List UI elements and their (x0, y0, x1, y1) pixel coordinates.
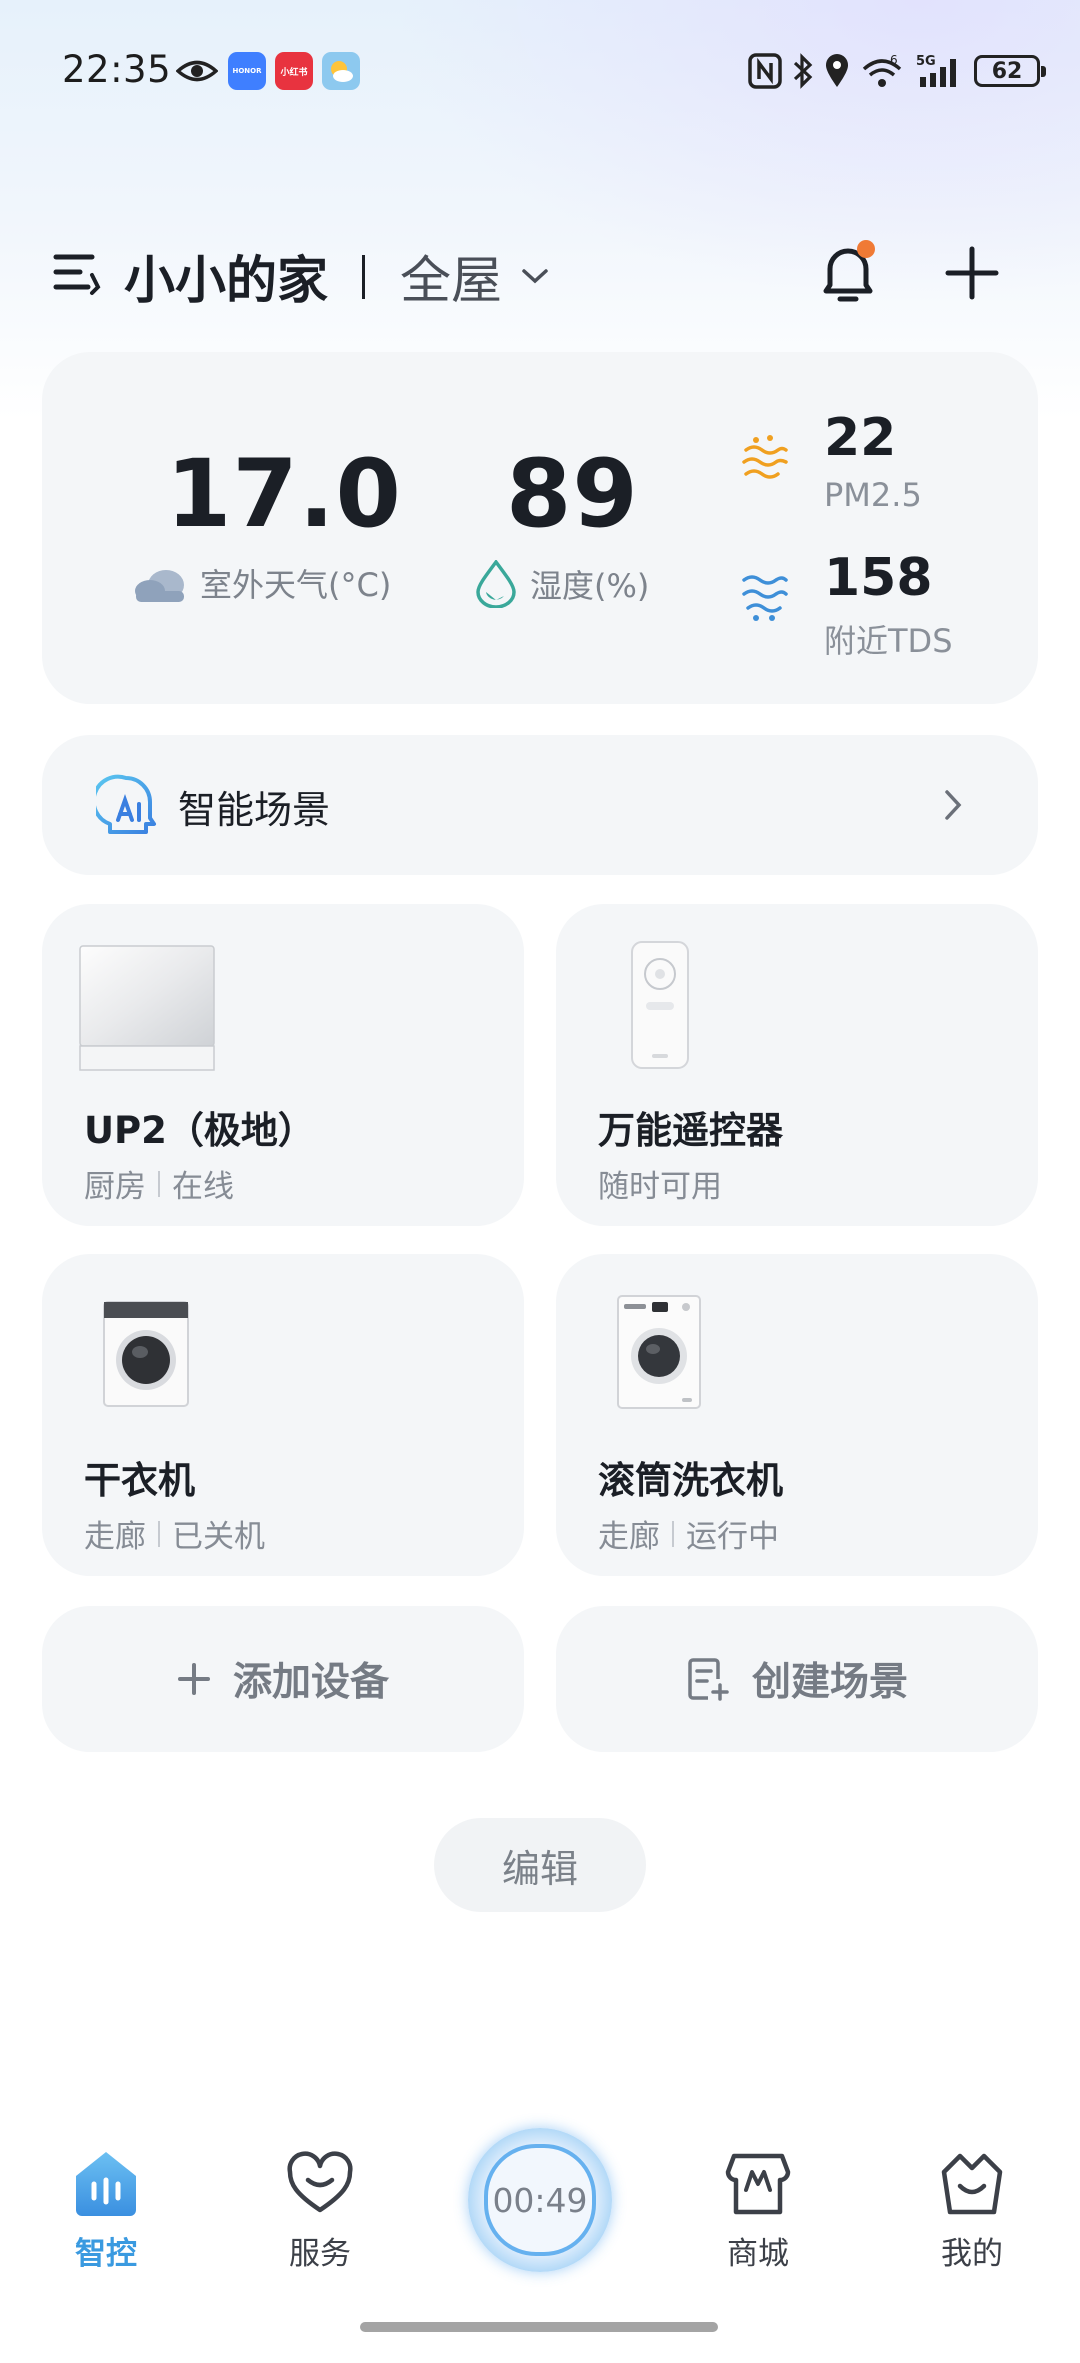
status-right-group: 6 5G 62 (748, 50, 1046, 92)
cloud-icon (135, 570, 184, 602)
tds-label: 附近TDS (824, 622, 953, 660)
nav-label: 商城 (727, 2236, 789, 2272)
smart-control-icon (76, 2152, 136, 2216)
ai-scene-icon (96, 774, 156, 834)
status-bar: 22:35 HONOR 小红书 6 5G 62 (0, 0, 1080, 140)
xiaohongshu-app-icon: 小红书 (275, 52, 313, 90)
temperature-label: 室外天气(°C) (200, 566, 392, 604)
water-purifier-image (79, 945, 215, 1071)
status-separator (158, 1520, 160, 1547)
create-scene-icon (688, 1658, 729, 1701)
washing-machine-image (617, 1295, 701, 1409)
center-timer: 00:49 (484, 2144, 596, 2256)
room-scope-label: 全屋 (400, 252, 503, 311)
network-type: 5G (916, 54, 936, 69)
humidity-value: 89 (506, 440, 639, 549)
home-header: 小小的家 全屋 (0, 225, 1080, 325)
wifi-icon: 6 (862, 53, 902, 87)
device-location: 走廊 (598, 1519, 660, 1555)
device-name: 万能遥控器 (598, 1109, 783, 1152)
device-status: 随时可用 (598, 1169, 722, 1205)
device-status-row: 厨房 在线 (84, 1161, 234, 1206)
device-status-row: 走廊 已关机 (84, 1511, 265, 1556)
device-status: 已关机 (172, 1519, 265, 1555)
device-location: 走廊 (84, 1519, 146, 1555)
dryer-image (103, 1301, 189, 1407)
chevron-right-icon (945, 790, 962, 820)
profile-basket-icon (941, 2153, 1003, 2215)
nav-item-mine[interactable]: 我的 (902, 2120, 1042, 2280)
status-time: 22:35 (62, 48, 172, 91)
notification-dot (857, 240, 875, 258)
add-icon[interactable] (944, 245, 1000, 301)
chevron-down-icon (522, 269, 548, 284)
device-status-row: 走廊 运行中 (598, 1511, 779, 1556)
edit-button[interactable]: 编辑 (434, 1818, 646, 1912)
device-card-washing-machine[interactable]: 滚筒洗衣机 走廊 运行中 (556, 1254, 1038, 1576)
nfc-icon (748, 53, 782, 89)
header-divider (362, 255, 365, 299)
notification-bell-icon[interactable] (820, 235, 876, 305)
cellular-signal-icon: 5G (916, 54, 956, 87)
add-device-label: 添加设备 (232, 1660, 389, 1705)
device-location: 厨房 (84, 1169, 146, 1205)
status-separator (158, 1170, 160, 1197)
nav-label: 服务 (289, 2236, 351, 2272)
nav-item-store[interactable]: 商城 (688, 2120, 828, 2280)
weather-app-icon (322, 52, 360, 90)
device-card-remote[interactable]: 万能遥控器 随时可用 (556, 904, 1038, 1226)
nav-item-service[interactable]: 服务 (250, 2120, 390, 2280)
location-icon (826, 54, 848, 87)
room-scope-selector[interactable]: 全屋 (400, 239, 550, 313)
honor-app-icon: HONOR (228, 52, 266, 90)
voice-assistant-orb[interactable]: 00:49 (468, 2128, 612, 2272)
device-name: UP2（极地） (84, 1109, 315, 1152)
humidity-label-row: 湿度(%) (474, 560, 649, 608)
nav-item-smart-control[interactable]: 智控 (36, 2120, 176, 2280)
add-device-button[interactable]: 添加设备 (42, 1606, 524, 1752)
pm25-value: 22 (824, 408, 897, 468)
heart-service-icon (287, 2151, 353, 2213)
store-icon (725, 2153, 791, 2215)
device-card-water-purifier[interactable]: UP2（极地） 厨房 在线 (42, 904, 524, 1226)
status-separator (672, 1520, 674, 1547)
remote-control-image (631, 941, 689, 1069)
nav-label: 我的 (941, 2236, 1003, 2272)
device-name: 滚筒洗衣机 (598, 1459, 783, 1502)
battery-indicator: 62 (974, 55, 1046, 87)
water-drop-icon (476, 560, 516, 608)
menu-icon[interactable] (52, 247, 102, 297)
humidity-label: 湿度(%) (530, 567, 650, 605)
home-name[interactable]: 小小的家 (124, 239, 328, 313)
device-status: 运行中 (686, 1519, 779, 1555)
device-card-dryer[interactable]: 干衣机 走廊 已关机 (42, 1254, 524, 1576)
smart-scene-bar[interactable]: 智能场景 (42, 735, 1038, 875)
eye-comfort-icon (176, 60, 218, 82)
create-scene-label: 创建场景 (751, 1660, 908, 1705)
temperature-label-row: 室外天气(°C) (132, 560, 391, 606)
environment-card[interactable]: 17.0 室外天气(°C) 89 湿度(%) 22 PM2.5 158 附近TD… (42, 352, 1038, 704)
pm25-label: PM2.5 (824, 476, 922, 514)
home-indicator[interactable] (360, 2322, 718, 2332)
temperature-value: 17.0 (166, 440, 402, 549)
tds-wave-icon (742, 575, 788, 621)
smart-scene-label: 智能场景 (178, 788, 331, 832)
device-name: 干衣机 (84, 1459, 195, 1502)
plus-icon (177, 1663, 210, 1695)
create-scene-button[interactable]: 创建场景 (556, 1606, 1038, 1752)
nav-label: 智控 (75, 2236, 137, 2272)
device-status: 在线 (172, 1169, 234, 1205)
tds-value: 158 (824, 548, 933, 608)
pm25-haze-icon (742, 435, 788, 479)
bluetooth-icon (793, 53, 813, 89)
device-status-row: 随时可用 (598, 1161, 722, 1206)
